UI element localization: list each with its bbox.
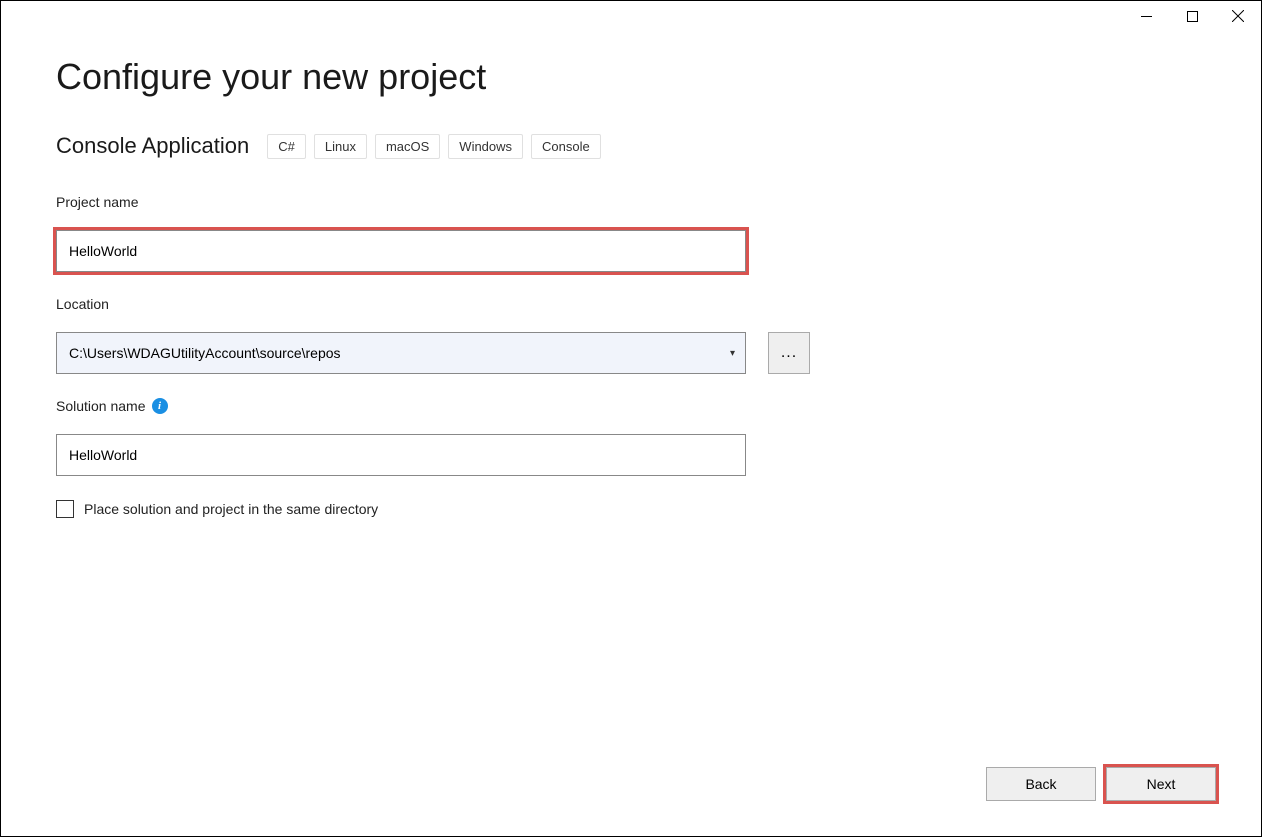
next-button[interactable]: Next bbox=[1106, 767, 1216, 801]
project-template-name: Console Application bbox=[56, 133, 249, 159]
browse-button[interactable]: ... bbox=[768, 332, 810, 374]
tag-macos: macOS bbox=[375, 134, 440, 159]
tag-linux: Linux bbox=[314, 134, 367, 159]
page-title: Configure your new project bbox=[56, 56, 1206, 98]
solution-name-input[interactable] bbox=[56, 434, 746, 476]
back-button[interactable]: Back bbox=[986, 767, 1096, 801]
close-button[interactable] bbox=[1215, 1, 1261, 31]
location-label: Location bbox=[56, 296, 1206, 312]
solution-name-group: Solution name i bbox=[56, 398, 1206, 476]
maximize-button[interactable] bbox=[1169, 1, 1215, 31]
solution-name-label: Solution name i bbox=[56, 398, 1206, 414]
location-row: C:\Users\WDAGUtilityAccount\source\repos… bbox=[56, 332, 1206, 374]
same-directory-row: Place solution and project in the same d… bbox=[56, 500, 1206, 518]
project-name-input[interactable] bbox=[56, 230, 746, 272]
info-icon[interactable]: i bbox=[152, 398, 168, 414]
close-icon bbox=[1232, 10, 1244, 22]
footer-buttons: Back Next bbox=[986, 767, 1216, 801]
project-name-label: Project name bbox=[56, 194, 1206, 210]
chevron-down-icon: ▾ bbox=[730, 348, 735, 359]
window-titlebar bbox=[1123, 1, 1261, 31]
subtitle-row: Console Application C# Linux macOS Windo… bbox=[56, 133, 1206, 159]
location-group: Location C:\Users\WDAGUtilityAccount\sou… bbox=[56, 296, 1206, 374]
minimize-button[interactable] bbox=[1123, 1, 1169, 31]
solution-name-label-text: Solution name bbox=[56, 398, 146, 414]
tag-windows: Windows bbox=[448, 134, 523, 159]
minimize-icon bbox=[1141, 11, 1152, 22]
location-combobox[interactable]: C:\Users\WDAGUtilityAccount\source\repos… bbox=[56, 332, 746, 374]
main-content: Configure your new project Console Appli… bbox=[1, 1, 1261, 518]
same-directory-checkbox[interactable] bbox=[56, 500, 74, 518]
tag-csharp: C# bbox=[267, 134, 306, 159]
tag-console: Console bbox=[531, 134, 601, 159]
maximize-icon bbox=[1187, 11, 1198, 22]
project-name-group: Project name bbox=[56, 194, 1206, 272]
same-directory-label: Place solution and project in the same d… bbox=[84, 501, 378, 517]
tag-list: C# Linux macOS Windows Console bbox=[267, 134, 601, 159]
location-value: C:\Users\WDAGUtilityAccount\source\repos bbox=[69, 345, 341, 361]
